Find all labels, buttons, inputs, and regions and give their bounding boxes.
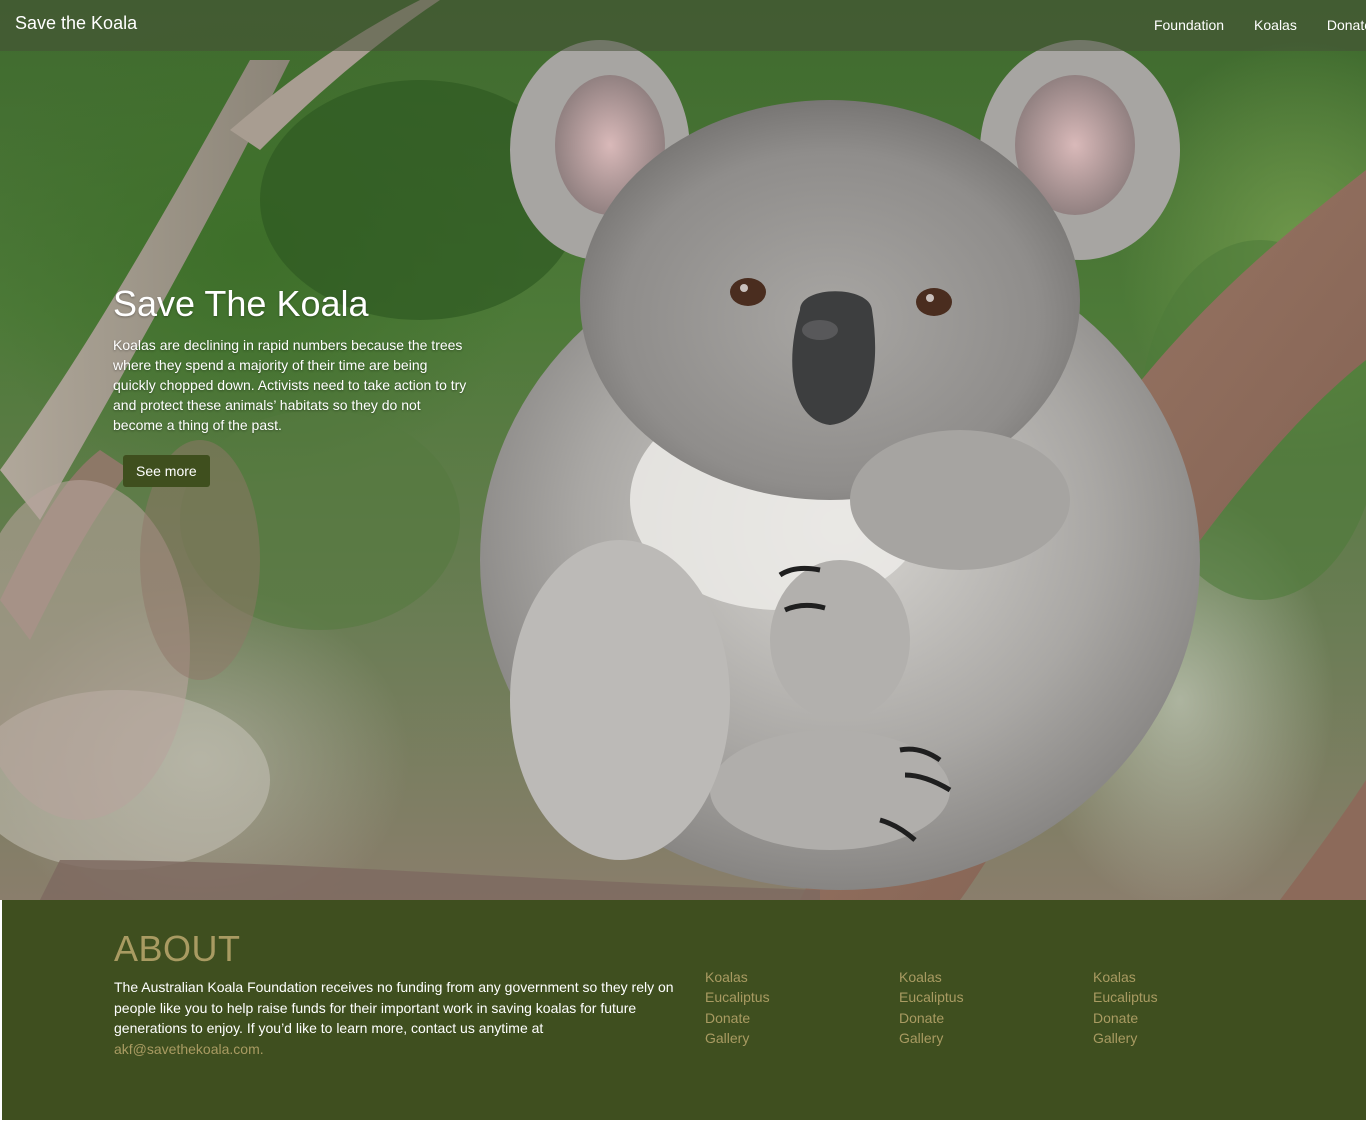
about-description: The Australian Koala Foundation receives… — [114, 977, 674, 1059]
footer-link-gallery[interactable]: Gallery — [705, 1030, 749, 1046]
footer-link-eucaliptus[interactable]: Eucaliptus — [1093, 989, 1158, 1005]
brand-link[interactable]: Save the Koala — [15, 13, 137, 34]
nav-link-foundation[interactable]: Foundation — [1154, 17, 1224, 33]
footer-link-column-1: Koalas Eucaliptus Donate Gallery — [705, 967, 770, 1048]
about-text: The Australian Koala Foundation receives… — [114, 979, 674, 1036]
footer-link-donate[interactable]: Donate — [899, 1010, 944, 1026]
hero-copy: Save The Koala Koalas are declining in r… — [113, 283, 473, 487]
footer-link-eucaliptus[interactable]: Eucaliptus — [705, 989, 770, 1005]
nav-link-koalas[interactable]: Koalas — [1254, 17, 1297, 33]
about-title: ABOUT — [114, 928, 241, 969]
top-navbar: Save the Koala Foundation Koalas Donate — [0, 0, 1366, 51]
hero-title: Save The Koala — [113, 283, 369, 324]
footer-link-gallery[interactable]: Gallery — [1093, 1030, 1137, 1046]
main-nav: Foundation Koalas Donate — [1124, 17, 1366, 33]
hero-section: Save the Koala Foundation Koalas Donate … — [0, 0, 1366, 900]
footer-link-koalas[interactable]: Koalas — [705, 969, 748, 985]
see-more-button[interactable]: See more — [123, 455, 210, 487]
footer-link-koalas[interactable]: Koalas — [899, 969, 942, 985]
footer-link-column-2: Koalas Eucaliptus Donate Gallery — [899, 967, 964, 1048]
footer-link-koalas[interactable]: Koalas — [1093, 969, 1136, 985]
contact-email-link[interactable]: akf@savethekoala.com. — [114, 1041, 264, 1057]
about-section: ABOUT The Australian Koala Foundation re… — [2, 900, 1366, 1120]
hero-description: Koalas are declining in rapid numbers be… — [113, 337, 467, 433]
nav-link-donate[interactable]: Donate — [1327, 17, 1366, 33]
footer-link-eucaliptus[interactable]: Eucaliptus — [899, 989, 964, 1005]
footer-link-gallery[interactable]: Gallery — [899, 1030, 943, 1046]
footer-link-donate[interactable]: Donate — [1093, 1010, 1138, 1026]
footer-link-donate[interactable]: Donate — [705, 1010, 750, 1026]
footer-link-column-3: Koalas Eucaliptus Donate Gallery — [1093, 967, 1158, 1048]
